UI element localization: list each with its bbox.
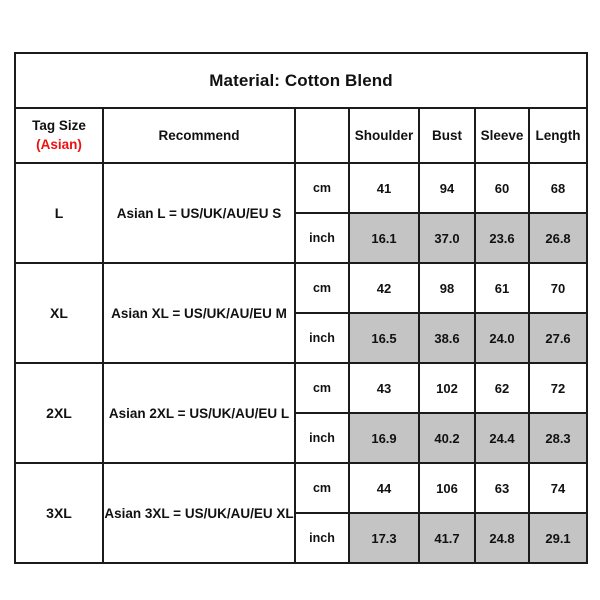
column-header-sleeve: Sleeve [474,107,530,164]
column-header-recommend: Recommend [102,107,296,164]
cell-length-cm: 70 [527,262,589,314]
cell-shoulder-cm: 43 [348,362,420,414]
column-header-tag-size: Tag Size (Asian) [14,107,104,164]
column-header-shoulder: Shoulder [348,107,420,164]
cell-sleeve-inch: 24.4 [474,412,530,464]
row-unit-inch: inch [294,212,350,264]
size-chart-table: Material: Cotton Blend Tag Size (Asian) … [13,52,589,564]
column-header-length: Length [527,107,589,164]
cell-shoulder-inch: 16.1 [348,212,420,264]
cell-sleeve-inch: 23.6 [474,212,530,264]
cell-shoulder-cm: 42 [348,262,420,314]
cell-sleeve-cm: 60 [474,162,530,214]
table-row: 2XL Asian 2XL = US/UK/AU/EU L cm 43 102 … [14,362,589,464]
table-title-row: Material: Cotton Blend [13,52,589,109]
cell-bust-inch: 41.7 [418,512,476,564]
cell-sleeve-inch: 24.8 [474,512,530,564]
row-unit-inch: inch [294,312,350,364]
cell-length-inch: 28.3 [527,412,589,464]
cell-sleeve-cm: 63 [474,462,530,514]
table-row: 3XL Asian 3XL = US/UK/AU/EU XL cm 44 106… [14,462,589,564]
row-tag-size: L [14,162,104,264]
row-unit-cm: cm [294,362,350,414]
row-tag-size: XL [14,262,104,364]
row-recommend: Asian 3XL = US/UK/AU/EU XL [102,462,296,564]
row-tag-size: 2XL [14,362,104,464]
size-chart-container: Material: Cotton Blend Tag Size (Asian) … [13,52,589,564]
table-row: L Asian L = US/UK/AU/EU S cm 41 94 60 68 [14,162,589,264]
cell-shoulder-inch: 16.5 [348,312,420,364]
cell-sleeve-cm: 62 [474,362,530,414]
row-tag-size: 3XL [14,462,104,564]
tag-size-label: Tag Size [32,118,86,134]
cell-length-inch: 29.1 [527,512,589,564]
table-row: XL Asian XL = US/UK/AU/EU M cm 42 98 61 … [14,262,589,364]
cell-bust-inch: 40.2 [418,412,476,464]
cell-bust-inch: 37.0 [418,212,476,264]
material-title: Material: Cotton Blend [13,52,589,109]
cell-length-cm: 74 [527,462,589,514]
cell-bust-cm: 102 [418,362,476,414]
cell-bust-cm: 94 [418,162,476,214]
row-unit-inch: inch [294,512,350,564]
cell-shoulder-cm: 44 [348,462,420,514]
column-header-bust: Bust [418,107,476,164]
cell-length-inch: 26.8 [527,212,589,264]
cell-shoulder-cm: 41 [348,162,420,214]
table-header-row: Tag Size (Asian) Recommend Shoulder Bust… [14,107,589,164]
cell-length-cm: 68 [527,162,589,214]
row-recommend: Asian L = US/UK/AU/EU S [102,162,296,264]
cell-length-cm: 72 [527,362,589,414]
tag-size-asian-note: (Asian) [36,136,82,152]
row-recommend: Asian XL = US/UK/AU/EU M [102,262,296,364]
cell-bust-inch: 38.6 [418,312,476,364]
row-unit-cm: cm [294,162,350,214]
cell-shoulder-inch: 17.3 [348,512,420,564]
row-unit-cm: cm [294,462,350,514]
cell-shoulder-inch: 16.9 [348,412,420,464]
cell-length-inch: 27.6 [527,312,589,364]
row-unit-cm: cm [294,262,350,314]
row-recommend: Asian 2XL = US/UK/AU/EU L [102,362,296,464]
column-header-unit [294,107,350,164]
row-unit-inch: inch [294,412,350,464]
cell-sleeve-cm: 61 [474,262,530,314]
cell-bust-cm: 98 [418,262,476,314]
cell-sleeve-inch: 24.0 [474,312,530,364]
cell-bust-cm: 106 [418,462,476,514]
